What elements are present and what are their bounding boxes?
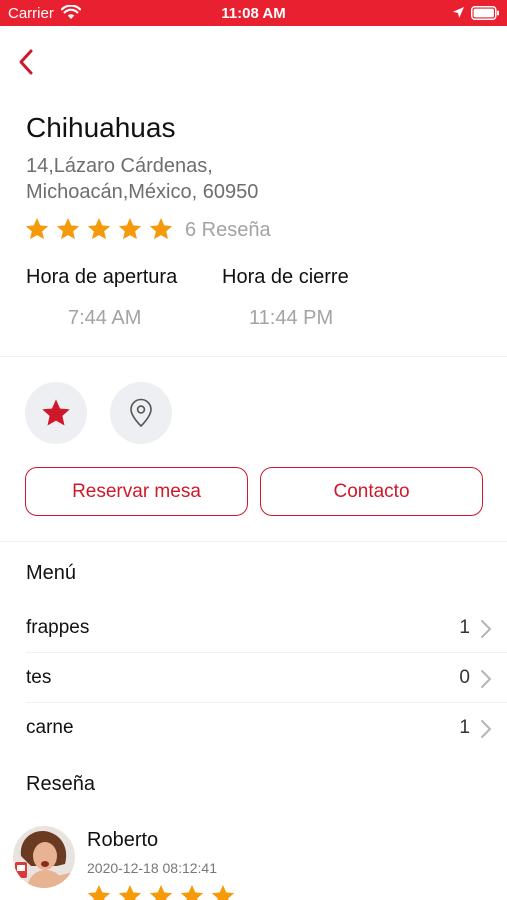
reserve-table-button[interactable]: Reservar mesa xyxy=(25,467,248,516)
opening-hour-label: Hora de apertura xyxy=(26,266,178,288)
menu-item-name: tes xyxy=(26,667,52,688)
location-pin-icon xyxy=(130,398,152,427)
star-icon xyxy=(56,217,80,240)
location-button[interactable] xyxy=(110,382,172,444)
menu-item-count: 1 xyxy=(459,717,470,738)
address-line-1: 14,Lázaro Cárdenas, xyxy=(26,155,213,177)
rating-stars xyxy=(24,215,179,243)
star-icon xyxy=(149,884,173,900)
reviews-section-title: Reseña xyxy=(26,773,95,795)
star-icon xyxy=(87,884,111,900)
reviewer-name: Roberto xyxy=(87,829,159,851)
restaurant-name: Chihuahuas xyxy=(26,112,176,143)
star-icon xyxy=(211,884,235,900)
address-line-2: Michoacán,México, 60950 xyxy=(26,181,259,203)
favorite-button[interactable] xyxy=(25,382,87,444)
menu-section-title: Menú xyxy=(26,562,77,584)
chevron-right-icon xyxy=(481,620,491,638)
menu-item-row[interactable]: tes 0 xyxy=(0,653,507,703)
star-icon xyxy=(118,884,142,900)
location-arrow-icon xyxy=(452,6,465,24)
menu-item-row[interactable]: carne 1 xyxy=(0,703,507,753)
back-button[interactable] xyxy=(12,46,42,78)
closing-hour-label: Hora de cierre xyxy=(222,266,349,288)
contact-button[interactable]: Contacto xyxy=(260,467,483,516)
chevron-right-icon xyxy=(481,670,491,688)
review-rating-stars xyxy=(86,883,241,900)
star-icon xyxy=(87,217,111,240)
review-count[interactable]: 6 Reseña xyxy=(185,219,271,242)
menu-item-count: 0 xyxy=(459,667,470,688)
star-icon xyxy=(25,217,49,240)
closing-hour-value: 11:44 PM xyxy=(249,307,334,329)
battery-icon xyxy=(471,6,500,25)
chevron-left-icon xyxy=(19,49,33,75)
menu-item-count: 1 xyxy=(459,617,470,638)
menu-item-name: frappes xyxy=(26,617,90,638)
divider xyxy=(0,541,507,542)
review-date: 2020-12-18 08:12:41 xyxy=(87,860,217,876)
chevron-right-icon xyxy=(481,720,491,738)
menu-item-row[interactable]: frappes 1 xyxy=(0,603,507,653)
reviewer-avatar xyxy=(13,826,75,888)
star-icon xyxy=(42,399,70,426)
star-icon xyxy=(180,884,204,900)
menu-item-name: carne xyxy=(26,717,74,738)
divider xyxy=(0,356,507,357)
restaurant-address: 14,Lázaro Cárdenas, Michoacán,México, 60… xyxy=(26,153,466,205)
status-time: 11:08 AM xyxy=(221,5,286,22)
status-bar: Carrier 11:08 AM xyxy=(0,0,507,26)
opening-hour-value: 7:44 AM xyxy=(68,307,142,329)
star-icon xyxy=(149,217,173,240)
star-icon xyxy=(118,217,142,240)
